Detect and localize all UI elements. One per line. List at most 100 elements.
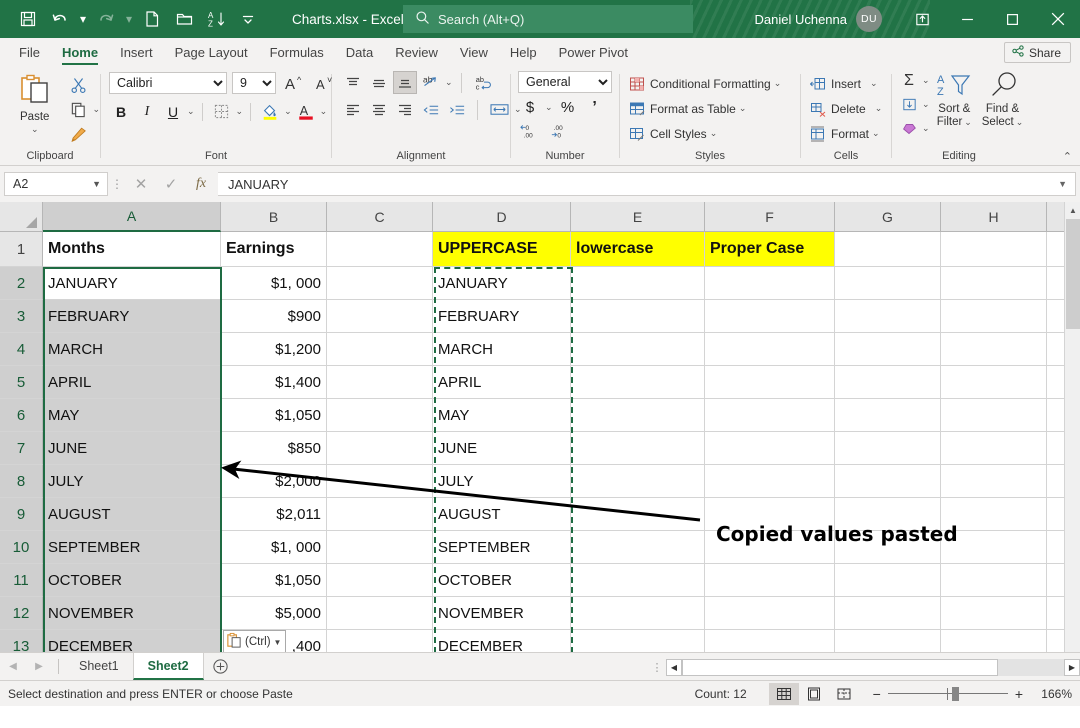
- copy-chevron-down-icon[interactable]: ⌄: [92, 104, 100, 115]
- row-header-9[interactable]: 9: [0, 498, 43, 531]
- cell-d12[interactable]: NOVEMBER: [433, 597, 571, 630]
- tab-formulas[interactable]: Formulas: [259, 40, 335, 66]
- increase-indent-icon[interactable]: [445, 98, 469, 121]
- cell-a5[interactable]: APRIL: [43, 366, 221, 399]
- cell-a11[interactable]: OCTOBER: [43, 564, 221, 597]
- cell-g8[interactable]: [835, 465, 941, 498]
- collapse-ribbon-icon[interactable]: ⌃: [1063, 150, 1072, 163]
- tab-view[interactable]: View: [449, 40, 499, 66]
- previous-sheet-icon[interactable]: ◀: [0, 654, 26, 680]
- cell-d8[interactable]: JULY: [433, 465, 571, 498]
- clear-chevron-down-icon[interactable]: ⌄: [922, 123, 930, 134]
- cell-d9[interactable]: AUGUST: [433, 498, 571, 531]
- row-header-10[interactable]: 10: [0, 531, 43, 564]
- align-left-icon[interactable]: [341, 98, 365, 121]
- cell-b8[interactable]: $2,000: [221, 465, 327, 498]
- column-header-b[interactable]: B: [221, 202, 327, 232]
- cell-a12[interactable]: NOVEMBER: [43, 597, 221, 630]
- cell-f4[interactable]: [705, 333, 835, 366]
- cell-d1[interactable]: UPPERCASE: [433, 232, 571, 267]
- cell-e4[interactable]: [571, 333, 705, 366]
- paste-button[interactable]: Paste ⌄: [6, 71, 63, 135]
- sort-filter-chevron-down-icon[interactable]: ⌄: [964, 116, 972, 128]
- confirm-entry-icon[interactable]: ✓: [156, 171, 186, 197]
- column-header-e[interactable]: E: [571, 202, 705, 232]
- align-center-icon[interactable]: [367, 98, 391, 121]
- autosum-icon[interactable]: Σ: [898, 69, 920, 93]
- horizontal-scrollbar-thumb[interactable]: [682, 659, 998, 676]
- column-header-g[interactable]: G: [835, 202, 941, 232]
- borders-icon[interactable]: [210, 100, 234, 123]
- column-header-f[interactable]: F: [705, 202, 835, 232]
- row-header-4[interactable]: 4: [0, 333, 43, 366]
- number-format-select[interactable]: General: [518, 71, 612, 93]
- insert-cells-button[interactable]: Insert ⌄: [808, 72, 878, 95]
- cell-a6[interactable]: MAY: [43, 399, 221, 432]
- cell-h5[interactable]: [941, 366, 1047, 399]
- cell-h1[interactable]: [941, 232, 1047, 267]
- cell-b11[interactable]: $1,050: [221, 564, 327, 597]
- cell-g7[interactable]: [835, 432, 941, 465]
- cell-f8[interactable]: [705, 465, 835, 498]
- normal-view-icon[interactable]: [769, 683, 799, 705]
- cell-f2[interactable]: [705, 267, 835, 300]
- font-size-select[interactable]: 9: [232, 72, 276, 94]
- row-header-2[interactable]: 2: [0, 267, 43, 300]
- cell-b2[interactable]: $1, 000: [221, 267, 327, 300]
- cell-c2[interactable]: [327, 267, 433, 300]
- cell-c11[interactable]: [327, 564, 433, 597]
- cell-g2[interactable]: [835, 267, 941, 300]
- cell-d10[interactable]: SEPTEMBER: [433, 531, 571, 564]
- share-button[interactable]: Share: [1004, 42, 1071, 63]
- zoom-slider-thumb[interactable]: [952, 687, 959, 701]
- zoom-in-button[interactable]: +: [1015, 686, 1023, 702]
- cell-e12[interactable]: [571, 597, 705, 630]
- scroll-right-icon[interactable]: ▶: [1064, 659, 1080, 676]
- cell-f1[interactable]: Proper Case: [705, 232, 835, 267]
- align-middle-icon[interactable]: [367, 71, 391, 94]
- cell-styles-chevron-down-icon[interactable]: ⌄: [710, 128, 718, 139]
- name-box-chevron-down-icon[interactable]: ▼: [92, 179, 101, 189]
- cell-f12[interactable]: [705, 597, 835, 630]
- cell-d5[interactable]: APRIL: [433, 366, 571, 399]
- cell-e1[interactable]: lowercase: [571, 232, 705, 267]
- cell-g5[interactable]: [835, 366, 941, 399]
- tab-help[interactable]: Help: [499, 40, 548, 66]
- row-header-3[interactable]: 3: [0, 300, 43, 333]
- formula-input[interactable]: JANUARY ▼: [218, 172, 1076, 196]
- tab-file[interactable]: File: [8, 40, 51, 66]
- row-header-11[interactable]: 11: [0, 564, 43, 597]
- cell-e2[interactable]: [571, 267, 705, 300]
- customize-qat-icon[interactable]: [232, 4, 264, 34]
- format-as-table-button[interactable]: Format as Table ⌄: [627, 97, 746, 120]
- cell-b10[interactable]: $1, 000: [221, 531, 327, 564]
- new-icon[interactable]: [136, 4, 168, 34]
- wrap-text-icon[interactable]: ab c: [470, 71, 498, 94]
- horizontal-scrollbar-track[interactable]: [682, 659, 1064, 676]
- row-header-8[interactable]: 8: [0, 465, 43, 498]
- cell-c6[interactable]: [327, 399, 433, 432]
- align-bottom-icon[interactable]: [393, 71, 417, 94]
- underline-button[interactable]: U: [161, 100, 185, 123]
- orientation-chevron-down-icon[interactable]: ⌄: [445, 77, 453, 88]
- cell-b6[interactable]: $1,050: [221, 399, 327, 432]
- column-header-c[interactable]: C: [327, 202, 433, 232]
- column-header-d[interactable]: D: [433, 202, 571, 232]
- select-all-corner[interactable]: [0, 202, 43, 232]
- cell-b12[interactable]: $5,000: [221, 597, 327, 630]
- fill-color-chevron-down-icon[interactable]: ⌄: [284, 106, 292, 117]
- cell-g3[interactable]: [835, 300, 941, 333]
- cell-c8[interactable]: [327, 465, 433, 498]
- align-right-icon[interactable]: [393, 98, 417, 121]
- cell-a10[interactable]: SEPTEMBER: [43, 531, 221, 564]
- cell-a2[interactable]: JANUARY: [43, 267, 221, 300]
- paste-options-button[interactable]: (Ctrl) ▼: [223, 630, 286, 654]
- cell-h11[interactable]: [941, 564, 1047, 597]
- add-sheet-button[interactable]: [204, 658, 238, 675]
- page-layout-view-icon[interactable]: [799, 683, 829, 705]
- copy-icon[interactable]: [65, 98, 91, 122]
- zoom-slider[interactable]: [888, 687, 1008, 701]
- tab-power-pivot[interactable]: Power Pivot: [548, 40, 639, 66]
- cell-h6[interactable]: [941, 399, 1047, 432]
- cancel-entry-icon[interactable]: ✕: [126, 171, 156, 197]
